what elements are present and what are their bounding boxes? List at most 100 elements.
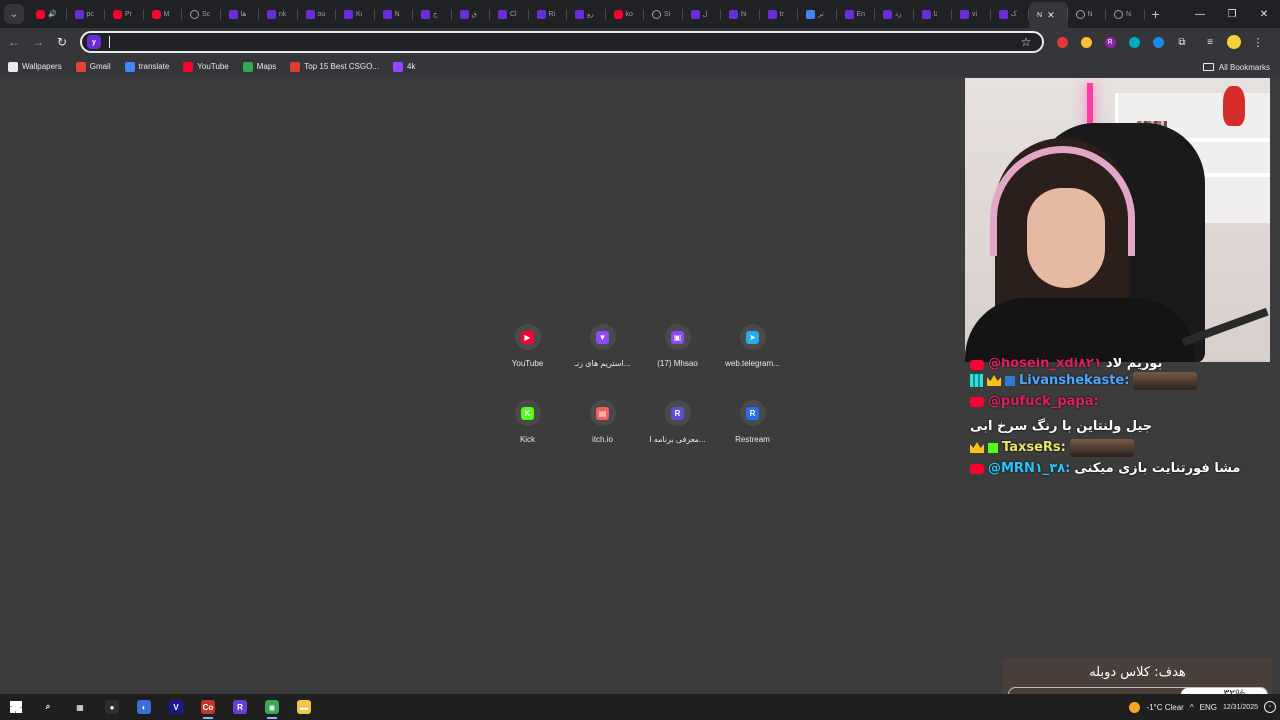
browser-tab[interactable]: 🔊	[28, 3, 67, 25]
tab-list: 🔊 pc Pr M Sc ها nk ou Kı N خ ق Cl Ri رو ko Si ل hi tr تر En رد…	[28, 0, 1145, 28]
browser-tab[interactable]: Si	[644, 3, 683, 25]
forward-button[interactable]: →	[26, 30, 50, 54]
bookmark-top[interactable]: Top 15 Best CSGO...	[283, 58, 386, 76]
shortcut-tile[interactable]: ➤ web.telegram...	[715, 318, 790, 382]
new-tab-button[interactable]: +	[1145, 3, 1167, 25]
all-bookmarks-button[interactable]: All Bookmarks	[1202, 58, 1270, 76]
extensions-puzzle-button[interactable]: ⧉	[1170, 30, 1194, 54]
browser-tab[interactable]: Sc	[182, 3, 221, 25]
bookmark-youtube[interactable]: YouTube	[176, 58, 235, 76]
tab-title: ou	[317, 10, 326, 18]
browser-tab[interactable]: En	[837, 3, 876, 25]
menu-button[interactable]: ⋮	[1246, 30, 1270, 54]
bookmark-star-icon[interactable]: ☆	[1016, 35, 1036, 49]
browser-tab[interactable]: Cl	[490, 3, 529, 25]
profile-button[interactable]	[1222, 30, 1246, 54]
reload-button[interactable]: ↻	[50, 30, 74, 54]
bookmark-gmail[interactable]: Gmail	[69, 58, 118, 76]
address-input[interactable]	[112, 36, 1016, 48]
browser-tab[interactable]: pc	[67, 3, 106, 25]
browser-tab[interactable]: خ	[413, 3, 452, 25]
weather-text[interactable]: -1°C Clear	[1146, 703, 1183, 712]
browser-tab[interactable]: N ✕	[1029, 2, 1068, 28]
taskbar-search-button[interactable]: ⌕	[32, 694, 64, 720]
language-indicator[interactable]: ENG	[1200, 703, 1217, 712]
close-tab-icon[interactable]: ✕	[1047, 10, 1055, 21]
youtube-favicon-icon	[613, 9, 623, 19]
yahoo-favicon-icon	[729, 9, 738, 19]
browser-tab[interactable]: tr	[760, 3, 799, 25]
minimize-button[interactable]: —	[1184, 0, 1216, 28]
reading-list-button[interactable]: ≡	[1198, 30, 1222, 54]
gmail-icon	[75, 61, 86, 72]
browser-tab[interactable]: رو	[567, 3, 606, 25]
browser-tab[interactable]: vi	[952, 3, 991, 25]
shortcut-tile[interactable]: ▣ (17) Mhsao	[640, 318, 715, 382]
shortcut-tile[interactable]: R Restream	[715, 394, 790, 458]
bookmark-wallpapers[interactable]: Wallpapers	[1, 58, 69, 76]
browser-tab[interactable]: تر	[798, 3, 837, 25]
maximize-button[interactable]: ❐	[1216, 0, 1248, 28]
extension-purple-button[interactable]: R	[1098, 30, 1122, 54]
r-icon: R	[671, 406, 684, 420]
crown-badge-icon	[970, 442, 984, 453]
shortcut-tile[interactable]: K Kick	[490, 394, 565, 458]
browser-tab[interactable]: ئا	[914, 3, 953, 25]
shortcut-tile[interactable]: ▼ استریم های زنـ...	[565, 318, 640, 382]
translate-favicon-icon	[806, 9, 815, 19]
taskbar-task-view-button[interactable]: ▦	[64, 694, 96, 720]
taskbar-obs-button[interactable]: ●	[96, 694, 128, 720]
omnibox[interactable]: y ☆	[80, 31, 1044, 53]
taskbar-co-app-button[interactable]: Co	[192, 694, 224, 720]
taskbar-start-button[interactable]	[0, 694, 32, 720]
browser-tab[interactable]: N	[375, 3, 414, 25]
browser-tab[interactable]: رد	[875, 3, 914, 25]
browser-tab[interactable]: Kı	[336, 3, 375, 25]
extension-yellow-button[interactable]	[1074, 30, 1098, 54]
clock[interactable]: 12/31/2025	[1223, 703, 1258, 712]
taskbar-chrome-button[interactable]: ◉	[256, 694, 288, 720]
browser-tab[interactable]: Ri	[529, 3, 568, 25]
goal-title: هدف: کلاس دوبله	[1089, 665, 1186, 680]
browser-tab[interactable]: N	[1106, 3, 1145, 25]
tab-search-button[interactable]: ⌄	[4, 4, 24, 24]
taskbar-r-app-button[interactable]: R	[224, 694, 256, 720]
browser-tab[interactable]: M	[144, 3, 183, 25]
browser-tab[interactable]: ق	[452, 3, 491, 25]
shortcut-tile[interactable]: R معرفی برنامه ا...	[640, 394, 715, 458]
taskbar-vegas-button[interactable]: V	[160, 694, 192, 720]
taskbar-chrome-dev-button[interactable]: ◐	[128, 694, 160, 720]
notification-icon[interactable]: ▫	[1264, 701, 1276, 713]
browser-tab[interactable]: Pr	[105, 3, 144, 25]
tab-title: ق	[471, 11, 477, 18]
extension-teal-button[interactable]	[1122, 30, 1146, 54]
co-app-icon: Co	[201, 700, 215, 714]
tab-title: Cl	[510, 10, 517, 18]
speaker-icon[interactable]: 🔊	[48, 10, 57, 18]
extension-blue-button[interactable]	[1146, 30, 1170, 54]
extension-red-button[interactable]	[1050, 30, 1074, 54]
yahoo-favicon-icon	[344, 9, 353, 19]
browser-tab[interactable]: ko	[606, 3, 645, 25]
browser-tab[interactable]: ل	[683, 3, 722, 25]
yahoo-favicon-icon	[382, 9, 392, 19]
bookmark-translate[interactable]: translate	[118, 58, 177, 76]
back-button[interactable]: ←	[2, 30, 26, 54]
close-window-button[interactable]: ✕	[1248, 0, 1280, 28]
browser-tab[interactable]: ou	[298, 3, 337, 25]
bookmark-4k[interactable]: 4k	[386, 58, 422, 76]
browser-tab[interactable]: N	[1068, 3, 1107, 25]
reload-icon: ↻	[56, 35, 68, 49]
browser-tab[interactable]: ک	[991, 3, 1030, 25]
browser-tab[interactable]: hi	[721, 3, 760, 25]
shortcut-tile[interactable]: ▤ itch.io	[565, 394, 640, 458]
chevron-up-icon[interactable]: ^	[1190, 703, 1194, 712]
yahoo-favicon-icon	[883, 9, 892, 19]
bookmark-label: Gmail	[89, 62, 111, 71]
weather-icon[interactable]	[1129, 701, 1141, 713]
taskbar-file-explorer-button[interactable]: ▬	[288, 694, 320, 720]
browser-tab[interactable]: ها	[221, 3, 260, 25]
browser-tab[interactable]: nk	[259, 3, 298, 25]
bookmark-maps[interactable]: Maps	[236, 58, 284, 76]
shortcut-tile[interactable]: ▶ YouTube	[490, 318, 565, 382]
